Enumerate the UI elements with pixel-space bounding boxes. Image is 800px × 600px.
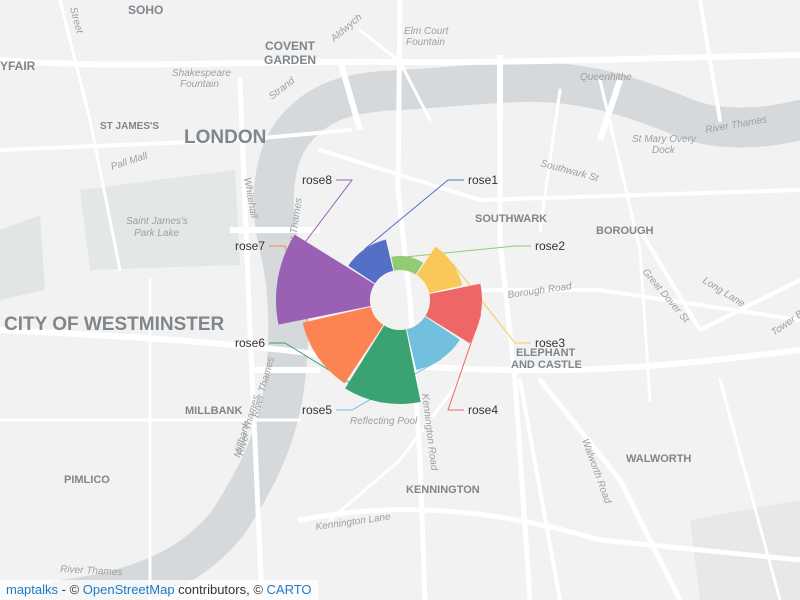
- rose-label: rose8: [302, 173, 332, 187]
- map-view[interactable]: SOHO YFAIR COVENT GARDEN LONDON ST JAMES…: [0, 0, 800, 600]
- rose-label: rose4: [468, 403, 498, 417]
- rose-label: rose2: [535, 239, 565, 253]
- maptalks-link[interactable]: maptalks: [6, 582, 58, 597]
- nightingale-rose-chart: rose1 rose2 rose3 rose4 rose5 rose6 rose7 rose8: [235, 173, 565, 417]
- rose-label: rose1: [468, 173, 498, 187]
- rose-leader-line: [407, 245, 531, 258]
- rose-label: rose7: [235, 239, 265, 253]
- rose-label: rose6: [235, 336, 265, 350]
- rose-label: rose3: [535, 336, 565, 350]
- rose-label: rose5: [302, 403, 332, 417]
- rose-leader-line: [364, 179, 464, 250]
- rose-sector-rose3[interactable]: [416, 246, 463, 294]
- attribution-sep: - ©: [58, 582, 83, 597]
- carto-link[interactable]: CARTO: [267, 582, 312, 597]
- attribution-contributors: contributors, ©: [174, 582, 267, 597]
- openstreetmap-link[interactable]: OpenStreetMap: [83, 582, 175, 597]
- rose-sector-rose2[interactable]: [391, 256, 424, 275]
- map-attribution: maptalks - © OpenStreetMap contributors,…: [0, 580, 318, 600]
